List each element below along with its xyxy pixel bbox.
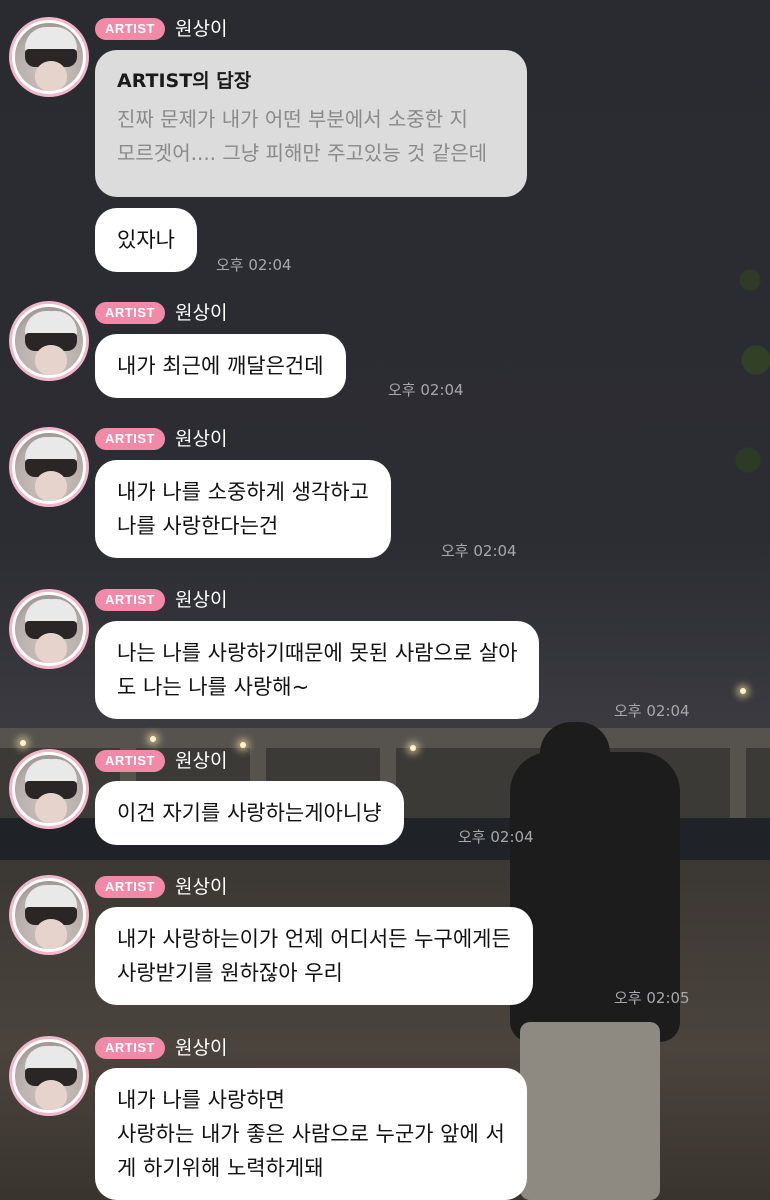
profile-avatar[interactable] (9, 875, 89, 955)
reply-title: ARTIST의 답장 (117, 70, 252, 92)
profile-avatar[interactable] (9, 17, 89, 97)
artist-badge: ARTIST (95, 302, 165, 324)
message-bubble[interactable]: 내가 최근에 깨달은건데 (95, 334, 346, 398)
message-time: 오후 02:04 (458, 828, 534, 846)
reply-line: 모르겟어.... 그냥 피해만 주고있능 것 같은데 (117, 141, 488, 165)
message-text: 나는 나를 사랑하기때문에 못된 사람으로 살아 (117, 641, 518, 665)
sender-name: 원상이 (175, 589, 228, 611)
message-time: 오후 02:04 (216, 256, 292, 274)
message-bubble[interactable]: 내가 사랑하는이가 언제 어디서든 누구에게든 사랑받기를 원하잖아 우리 (95, 907, 533, 1005)
sender-name: 원상이 (175, 876, 228, 898)
message-text: 내가 최근에 깨달은건데 (117, 354, 324, 378)
reply-quote-text: 진짜 문제가 내가 어떤 부분에서 소중한 지 모르겟어.... 그냥 피해만 … (117, 102, 505, 170)
sender-name: 원상이 (175, 18, 228, 40)
profile-avatar[interactable] (9, 749, 89, 829)
message-bubble[interactable]: 이건 자기를 사랑하는게아니냥 (95, 781, 404, 845)
reply-quote-bubble[interactable]: ARTIST의 답장 진짜 문제가 내가 어떤 부분에서 소중한 지 모르겟어.… (95, 50, 527, 197)
street-light (150, 736, 156, 742)
reply-line: 진짜 문제가 내가 어떤 부분에서 소중한 지 (117, 107, 468, 131)
message-text: 나를 사랑한다는건 (117, 514, 279, 538)
sender-name: 원상이 (175, 750, 228, 772)
street-light (240, 742, 246, 748)
message-text: 내가 나를 사랑하면 (117, 1088, 285, 1112)
sender-name: 원상이 (175, 1037, 228, 1059)
street-light (410, 745, 416, 751)
profile-avatar[interactable] (9, 589, 89, 669)
message-bubble[interactable]: 나는 나를 사랑하기때문에 못된 사람으로 살아 도 나는 나를 사랑해~ (95, 621, 540, 719)
message-text: 도 나는 나를 사랑해~ (117, 675, 310, 699)
message-bubble[interactable]: 내가 나를 소중하게 생각하고 나를 사랑한다는건 (95, 460, 391, 558)
message-time: 오후 02:04 (614, 702, 690, 720)
street-light (740, 688, 746, 694)
artist-badge: ARTIST (95, 18, 165, 40)
bridge-pillar (730, 748, 746, 818)
artist-badge: ARTIST (95, 1037, 165, 1059)
artist-badge: ARTIST (95, 876, 165, 898)
tree-foliage (730, 240, 770, 540)
message-bubble[interactable]: 내가 나를 사랑하면 사랑하는 내가 좋은 사람으로 누군가 앞에 서 게 하기… (95, 1068, 527, 1200)
profile-avatar[interactable] (9, 1036, 89, 1116)
profile-avatar[interactable] (9, 301, 89, 381)
profile-avatar[interactable] (9, 427, 89, 507)
message-time: 오후 02:04 (388, 381, 464, 399)
message-text: 게 하기위해 노력하게돼 (117, 1156, 324, 1180)
message-text: 내가 사랑하는이가 언제 어디서든 누구에게든 (117, 927, 511, 951)
message-time: 오후 02:05 (614, 989, 690, 1007)
artist-badge: ARTIST (95, 589, 165, 611)
message-text: 사랑받기를 원하잖아 우리 (117, 961, 343, 985)
sender-name: 원상이 (175, 302, 228, 324)
artist-badge: ARTIST (95, 428, 165, 450)
message-text: 이건 자기를 사랑하는게아니냥 (117, 801, 382, 825)
sender-name: 원상이 (175, 428, 228, 450)
message-time: 오후 02:04 (441, 542, 517, 560)
artist-badge: ARTIST (95, 750, 165, 772)
street-light (20, 740, 26, 746)
message-bubble[interactable]: 있자나 (95, 208, 197, 272)
message-text: 내가 나를 소중하게 생각하고 (117, 480, 369, 504)
message-text: 있자나 (117, 228, 175, 252)
message-text: 사랑하는 내가 좋은 사람으로 누군가 앞에 서 (117, 1122, 505, 1146)
